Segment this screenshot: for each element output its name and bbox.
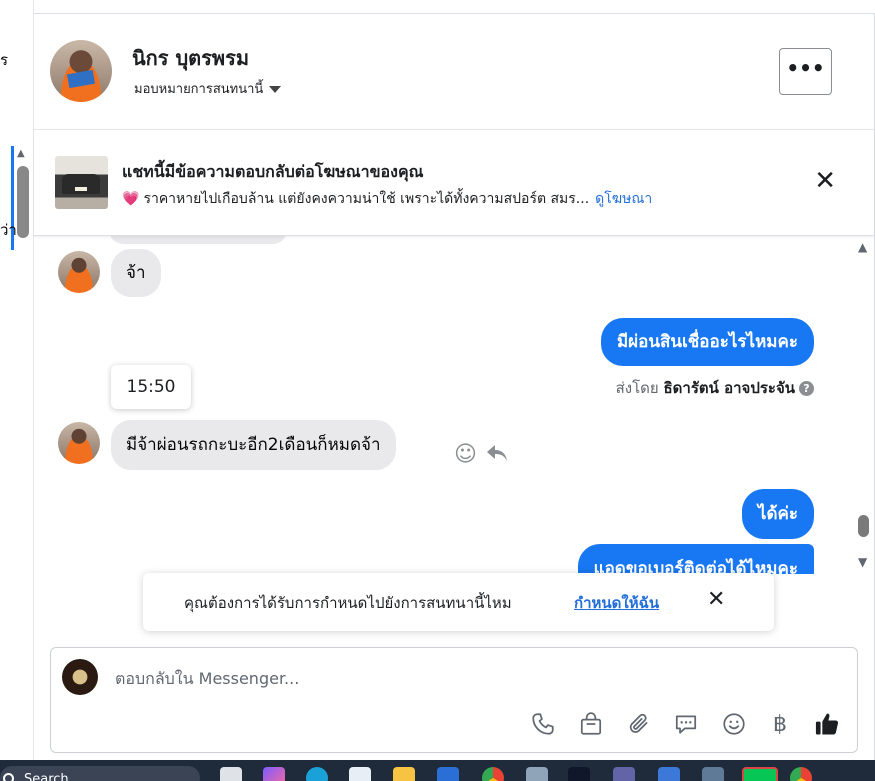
chevron-down-icon [269,86,282,93]
search-icon [3,773,14,781]
pane-text-fragment: ว่า [0,221,17,239]
incoming-message[interactable]: มีจ้าผ่อนรถกะบะอีก2เดือนก็หมดจ้า [111,420,396,470]
ad-snippet-text: ราคาหายไปเกือบล้าน แต่ยังคงความน่าใช้ เพ… [143,191,590,207]
message-thread: จ้า มีผ่อนสินเชื่ออะไรไหมคะ ส่งโดย ธิดาร… [34,236,848,574]
thread-scroll-down-arrow[interactable]: ▼ [858,555,867,569]
taskbar-search[interactable]: Search [0,766,200,781]
help-icon[interactable]: ? [799,381,814,396]
assign-prompt-text: คุณต้องการได้รับการกำหนดไปยังการสนทนานี้… [184,594,512,612]
contact-avatar-small [58,422,100,464]
ad-reply-banner: แชทนี้มีข้อความตอบกลับต่อโฆษณาของคุณ 💗 รา… [34,130,874,236]
outgoing-message[interactable]: มีผ่อนสินเชื่ออะไรไหมคะ [600,318,814,366]
reply-icon[interactable] [484,440,510,466]
pane-text-fragment: ร [0,51,9,69]
reply-input[interactable] [115,664,815,692]
quick-reply-icon[interactable] [672,710,700,738]
assign-prompt-toast: คุณต้องการได้รับการกำหนดไปยังการสนทนานี้… [143,573,774,631]
close-icon[interactable]: ✕ [814,168,836,194]
previous-pane: ร ▲ ว่า [0,0,34,760]
thumbs-up-icon[interactable] [813,710,841,738]
page-avatar [62,659,98,695]
more-options-button[interactable]: ••• [779,48,832,95]
contact-name[interactable]: นิกร บุตรพรม [132,42,249,74]
sent-by-label: ส่งโดย ธิดารัตน์ อาจประจัน? [616,376,814,400]
smiley-react-icon[interactable]: ☺ [454,442,477,467]
outgoing-message[interactable]: แอดขอเบอร์ติดต่อได้ไหมคะ [577,544,814,574]
copilot-icon[interactable] [263,767,285,781]
pane-scrollbar-thumb[interactable] [17,166,29,238]
paperclip-icon[interactable] [625,710,653,738]
chrome-icon[interactable] [790,767,812,781]
app-icon[interactable] [437,767,459,781]
chrome-icon[interactable] [482,767,504,781]
camera-icon[interactable] [526,767,548,781]
outgoing-message[interactable]: ได้ค่ะ [741,489,814,539]
ad-snippet: 💗 ราคาหายไปเกือบล้าน แต่ยังคงความน่าใช้ เ… [122,188,652,210]
app-icon[interactable] [220,767,242,781]
incoming-message[interactable]: จ้า [111,249,161,297]
sent-by-name: ธิดารัตน์ อาจประจัน [663,379,796,397]
pane-scroll-up-arrow[interactable]: ▲ [17,148,25,159]
line-icon[interactable] [742,767,778,781]
notepad-icon[interactable] [658,767,680,781]
emoji-icon[interactable] [720,710,748,738]
thread-scroll-up-arrow[interactable]: ▲ [858,240,867,254]
thread-scrollbar-thumb[interactable] [858,515,869,537]
view-ad-link[interactable]: ดูโฆษณา [595,191,652,207]
edge-icon[interactable] [306,767,328,781]
close-icon[interactable]: ✕ [707,587,725,612]
baht-icon[interactable]: ฿ [766,710,794,738]
folder-icon[interactable] [393,767,415,781]
store-icon[interactable] [349,767,371,781]
app-icon[interactable] [568,767,590,781]
reply-composer: ฿ [50,647,858,753]
calculator-icon[interactable] [702,767,724,781]
messenger-window: ร ▲ ว่า นิกร บุตรพรม มอบหมายการสนทนานี้ … [0,0,875,781]
ad-thumbnail[interactable] [55,156,108,209]
contact-avatar-small [58,251,100,293]
conversation-header: นิกร บุตรพรม มอบหมายการสนทนานี้ ••• [34,14,874,130]
assign-label: มอบหมายการสนทนานี้ [134,82,264,97]
teams-icon[interactable] [613,767,635,781]
taskbar-search-label: Search [24,772,69,781]
heart-icon: 💗 [122,191,140,207]
message-bubble-partial [109,236,287,244]
sent-by-prefix: ส่งโดย [615,379,659,397]
timestamp-tooltip: 15:50 [111,365,191,409]
os-taskbar: Search [0,760,875,781]
assign-to-me-link[interactable]: กำหนดให้ฉัน [574,591,659,615]
contact-avatar[interactable] [50,40,112,102]
assign-conversation-dropdown[interactable]: มอบหมายการสนทนานี้ [134,78,282,99]
phone-icon[interactable] [529,710,557,738]
ad-banner-title: แชทนี้มีข้อความตอบกลับต่อโฆษณาของคุณ [122,162,424,181]
shopping-bag-icon[interactable] [577,710,605,738]
